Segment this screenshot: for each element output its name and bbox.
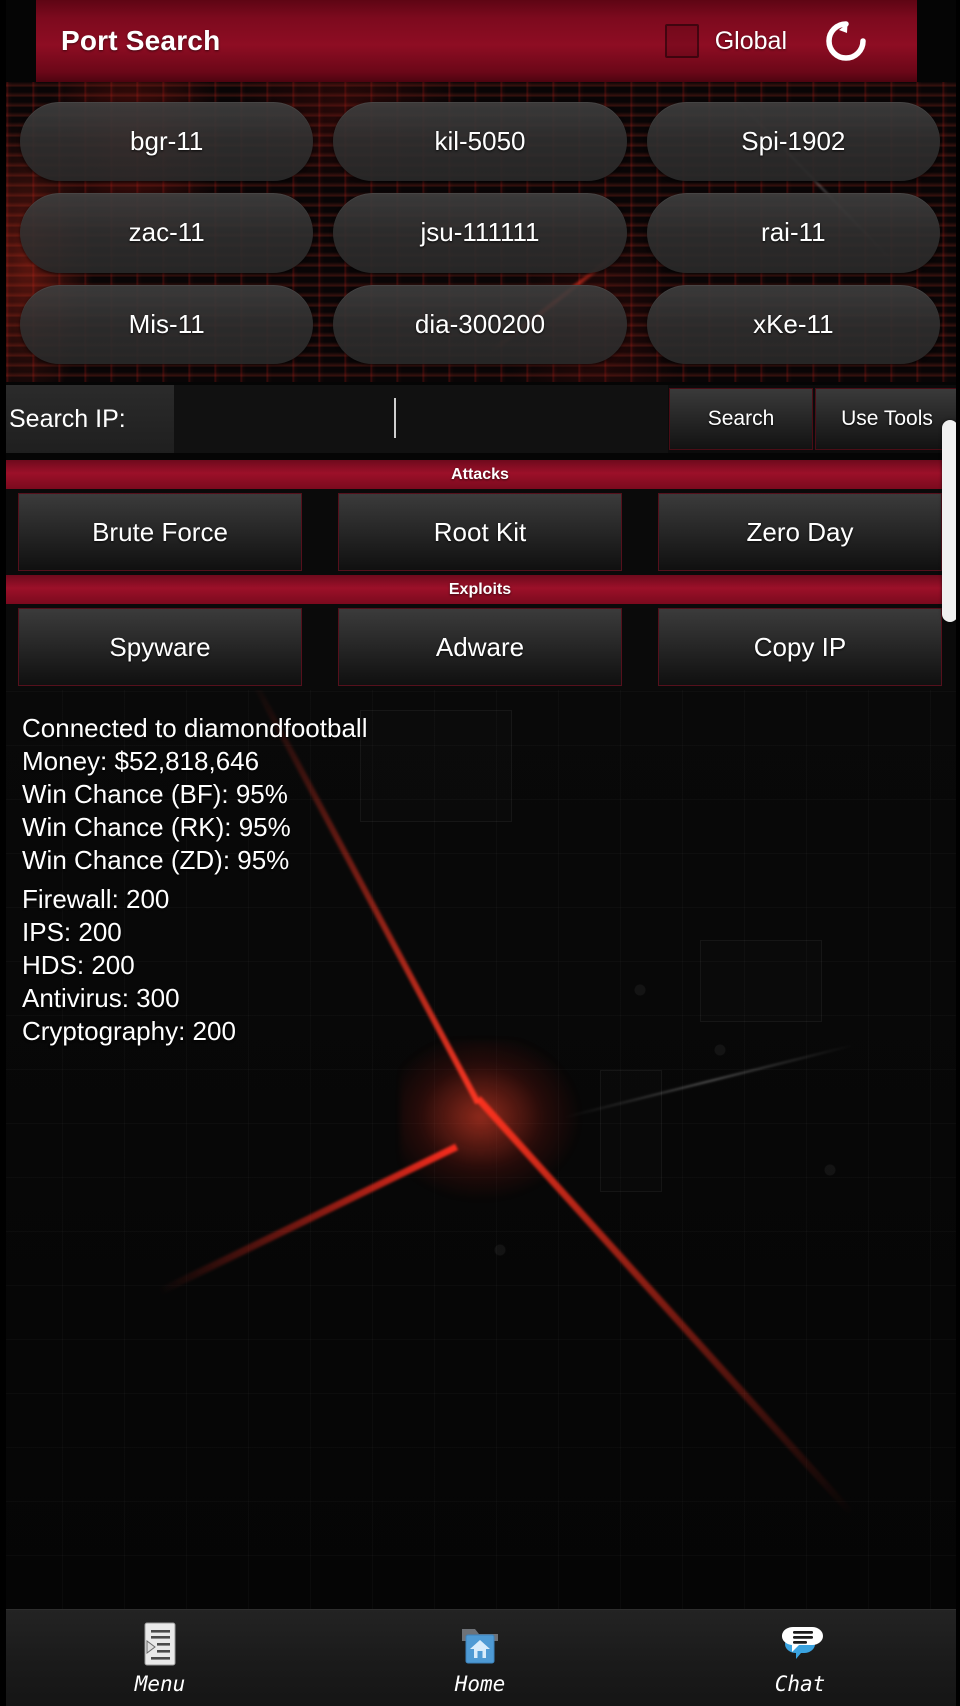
nav-item-home[interactable]: Home	[320, 1610, 640, 1706]
chat-bubbles-icon	[774, 1620, 826, 1670]
port-button[interactable]: jsu-111111	[333, 193, 627, 273]
exploit-button-label: Copy IP	[753, 631, 847, 662]
frame-edge-right	[956, 0, 960, 1706]
menu-list-icon	[138, 1620, 182, 1670]
nav-label: Chat	[774, 1672, 826, 1696]
nav-item-chat[interactable]: Chat	[640, 1610, 960, 1706]
port-button[interactable]: rai-11	[646, 193, 940, 273]
port-label: Mis-11	[128, 308, 205, 339]
section-header-attacks: Attacks	[0, 460, 960, 489]
search-button-label: Search	[707, 407, 775, 430]
port-button[interactable]: dia-300200	[333, 284, 627, 364]
console-stat-line: Firewall: 200	[22, 884, 170, 914]
console-stat-line: Antivirus: 300	[22, 983, 180, 1013]
spyware-button[interactable]: Spyware	[18, 608, 302, 686]
port-label: dia-300200	[414, 308, 546, 339]
port-button[interactable]: Spi-1902	[646, 102, 940, 182]
text-cursor	[394, 398, 396, 438]
section-title: Exploits	[448, 580, 512, 598]
section-title: Attacks	[451, 465, 509, 483]
port-label: xKe-11	[753, 308, 834, 339]
port-button[interactable]: zac-11	[20, 193, 314, 273]
section-header-exploits: Exploits	[0, 575, 960, 604]
refresh-button[interactable]	[817, 12, 875, 70]
port-label: zac-11	[128, 217, 205, 248]
port-button[interactable]: xKe-11	[646, 284, 940, 364]
port-label: Spi-1902	[741, 126, 846, 157]
refresh-icon	[826, 21, 866, 61]
exploits-button-row: Spyware Adware Copy IP	[0, 604, 960, 690]
console-line: Win Chance (BF): 95%	[22, 779, 288, 809]
copy-ip-button[interactable]: Copy IP	[658, 608, 942, 686]
port-label: rai-11	[761, 217, 826, 248]
global-label: Global	[714, 26, 787, 55]
nav-label: Home	[454, 1672, 506, 1696]
port-button[interactable]: kil-5050	[333, 102, 627, 182]
use-tools-button-label: Use Tools	[841, 407, 933, 430]
zero-day-button[interactable]: Zero Day	[658, 493, 942, 571]
search-button[interactable]: Search	[669, 388, 813, 450]
header-bar: Port Search Global	[36, 0, 917, 82]
exploit-button-label: Spyware	[109, 631, 211, 662]
page-title: Port Search	[61, 25, 221, 56]
console-line: Connected to diamondfootball	[22, 713, 368, 743]
port-list-grid: bgr-11 kil-5050 Spi-1902 zac-11 jsu-1111…	[0, 82, 960, 382]
use-tools-button[interactable]: Use Tools	[815, 388, 959, 450]
home-folder-icon	[456, 1620, 504, 1670]
console-stat-line: HDS: 200	[22, 950, 135, 980]
status-console: Connected to diamondfootball Money: $52,…	[0, 690, 960, 1610]
port-label: bgr-11	[130, 126, 204, 157]
exploit-button-label: Adware	[435, 631, 525, 662]
console-stat-line: Cryptography: 200	[22, 1016, 236, 1046]
frame-edge-left	[0, 0, 6, 1706]
port-label: kil-5050	[434, 126, 526, 157]
attack-button-label: Zero Day	[746, 516, 854, 547]
bottom-navigation-bar: Menu Home Chat	[0, 1609, 960, 1706]
attack-button-label: Brute Force	[92, 516, 228, 547]
global-checkbox[interactable]	[664, 24, 699, 58]
brute-force-button[interactable]: Brute Force	[18, 493, 302, 571]
search-ip-label: Search IP:	[0, 385, 174, 453]
nav-label: Menu	[134, 1672, 186, 1696]
root-kit-button[interactable]: Root Kit	[338, 493, 622, 571]
global-toggle-group[interactable]: Global	[664, 24, 787, 58]
search-row: Search IP: Search Use Tools	[0, 385, 960, 453]
port-button[interactable]: Mis-11	[20, 284, 314, 364]
console-line: Money: $52,818,646	[22, 746, 260, 776]
console-line: Win Chance (RK): 95%	[22, 812, 291, 842]
console-line: Win Chance (ZD): 95%	[22, 845, 290, 875]
console-stat-line: IPS: 200	[22, 917, 122, 947]
port-button[interactable]: bgr-11	[20, 102, 314, 182]
app-root: Port Search Global bgr-11 kil-5050 Spi-1…	[0, 0, 960, 1706]
adware-button[interactable]: Adware	[338, 608, 622, 686]
port-label: jsu-111111	[420, 217, 540, 248]
nav-item-menu[interactable]: Menu	[0, 1610, 320, 1706]
attack-button-label: Root Kit	[433, 516, 527, 547]
attacks-button-row: Brute Force Root Kit Zero Day	[0, 489, 960, 575]
search-ip-input[interactable]	[174, 385, 668, 453]
